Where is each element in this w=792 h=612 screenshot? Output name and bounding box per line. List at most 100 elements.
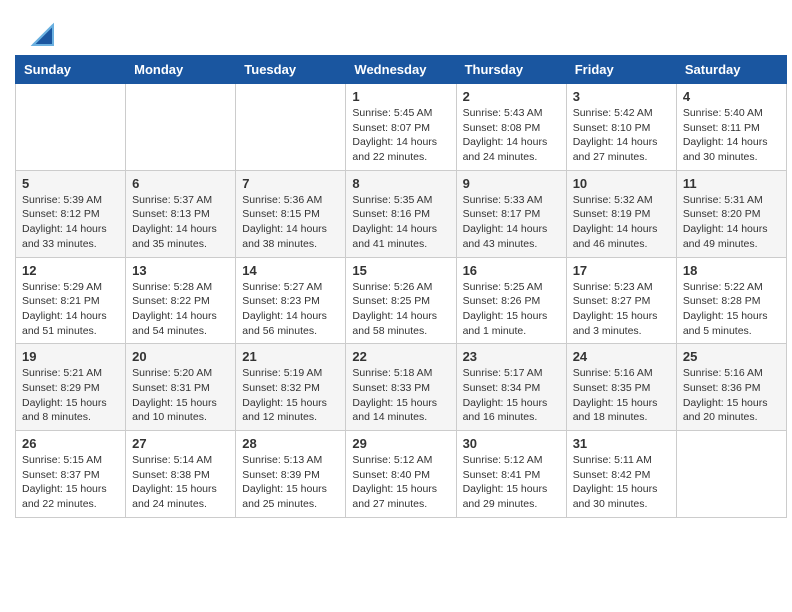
day-info: Sunrise: 5:45 AMSunset: 8:07 PMDaylight:… <box>352 106 449 165</box>
calendar-week-row: 12 Sunrise: 5:29 AMSunset: 8:21 PMDayligh… <box>16 257 787 344</box>
day-info: Sunrise: 5:33 AMSunset: 8:17 PMDaylight:… <box>463 193 560 252</box>
weekday-header: Thursday <box>456 56 566 84</box>
day-number: 4 <box>683 89 780 104</box>
calendar-cell: 12 Sunrise: 5:29 AMSunset: 8:21 PMDayligh… <box>16 257 126 344</box>
calendar-cell: 11Sunrise: 5:31 AMSunset: 8:20 PMDayligh… <box>676 170 786 257</box>
day-number: 18 <box>683 263 780 278</box>
day-number: 25 <box>683 349 780 364</box>
day-number: 15 <box>352 263 449 278</box>
calendar-cell: 22 Sunrise: 5:18 AMSunset: 8:33 PMDayligh… <box>346 344 456 431</box>
calendar-cell: 1 Sunrise: 5:45 AMSunset: 8:07 PMDaylight… <box>346 84 456 171</box>
calendar-cell <box>676 431 786 518</box>
day-info: Sunrise: 5:21 AMSunset: 8:29 PMDaylight:… <box>22 366 119 425</box>
day-number: 8 <box>352 176 449 191</box>
day-info: Sunrise: 5:43 AMSunset: 8:08 PMDaylight:… <box>463 106 560 165</box>
day-number: 29 <box>352 436 449 451</box>
day-number: 12 <box>22 263 119 278</box>
day-number: 13 <box>132 263 229 278</box>
day-info: Sunrise: 5:16 AMSunset: 8:36 PMDaylight:… <box>683 366 780 425</box>
calendar-cell: 26Sunrise: 5:15 AMSunset: 8:37 PMDayligh… <box>16 431 126 518</box>
calendar-cell: 24Sunrise: 5:16 AMSunset: 8:35 PMDayligh… <box>566 344 676 431</box>
day-number: 27 <box>132 436 229 451</box>
day-info: Sunrise: 5:35 AMSunset: 8:16 PMDaylight:… <box>352 193 449 252</box>
day-number: 21 <box>242 349 339 364</box>
day-info: Sunrise: 5:13 AMSunset: 8:39 PMDaylight:… <box>242 453 339 512</box>
day-number: 3 <box>573 89 670 104</box>
calendar-cell: 23 Sunrise: 5:17 AMSunset: 8:34 PMDayligh… <box>456 344 566 431</box>
weekday-header: Sunday <box>16 56 126 84</box>
calendar-cell: 4 Sunrise: 5:40 AMSunset: 8:11 PMDaylight… <box>676 84 786 171</box>
day-info: Sunrise: 5:40 AMSunset: 8:11 PMDaylight:… <box>683 106 780 165</box>
calendar-cell: 18 Sunrise: 5:22 AMSunset: 8:28 PMDayligh… <box>676 257 786 344</box>
day-info: Sunrise: 5:23 AMSunset: 8:27 PMDaylight:… <box>573 280 670 339</box>
day-info: Sunrise: 5:17 AMSunset: 8:34 PMDaylight:… <box>463 366 560 425</box>
day-number: 16 <box>463 263 560 278</box>
day-info: Sunrise: 5:19 AMSunset: 8:32 PMDaylight:… <box>242 366 339 425</box>
weekday-header: Tuesday <box>236 56 346 84</box>
day-info: Sunrise: 5:26 AMSunset: 8:25 PMDaylight:… <box>352 280 449 339</box>
day-info: Sunrise: 5:28 AMSunset: 8:22 PMDaylight:… <box>132 280 229 339</box>
day-number: 11 <box>683 176 780 191</box>
day-info: Sunrise: 5:20 AMSunset: 8:31 PMDaylight:… <box>132 366 229 425</box>
calendar-table: SundayMondayTuesdayWednesdayThursdayFrid… <box>15 55 787 518</box>
calendar-cell: 13 Sunrise: 5:28 AMSunset: 8:22 PMDayligh… <box>126 257 236 344</box>
calendar-week-row: 19 Sunrise: 5:21 AMSunset: 8:29 PMDayligh… <box>16 344 787 431</box>
day-info: Sunrise: 5:42 AMSunset: 8:10 PMDaylight:… <box>573 106 670 165</box>
day-info: Sunrise: 5:12 AMSunset: 8:40 PMDaylight:… <box>352 453 449 512</box>
day-number: 5 <box>22 176 119 191</box>
calendar-week-row: 1 Sunrise: 5:45 AMSunset: 8:07 PMDaylight… <box>16 84 787 171</box>
calendar-cell: 28 Sunrise: 5:13 AMSunset: 8:39 PMDayligh… <box>236 431 346 518</box>
day-info: Sunrise: 5:18 AMSunset: 8:33 PMDaylight:… <box>352 366 449 425</box>
calendar-cell <box>16 84 126 171</box>
calendar-cell: 6 Sunrise: 5:37 AMSunset: 8:13 PMDaylight… <box>126 170 236 257</box>
calendar-cell <box>126 84 236 171</box>
day-info: Sunrise: 5:36 AMSunset: 8:15 PMDaylight:… <box>242 193 339 252</box>
calendar-cell: 8 Sunrise: 5:35 AMSunset: 8:16 PMDaylight… <box>346 170 456 257</box>
calendar-cell: 20 Sunrise: 5:20 AMSunset: 8:31 PMDayligh… <box>126 344 236 431</box>
day-number: 23 <box>463 349 560 364</box>
weekday-header: Wednesday <box>346 56 456 84</box>
calendar-cell: 29 Sunrise: 5:12 AMSunset: 8:40 PMDayligh… <box>346 431 456 518</box>
day-number: 28 <box>242 436 339 451</box>
day-info: Sunrise: 5:29 AMSunset: 8:21 PMDaylight:… <box>22 280 119 339</box>
calendar-cell: 3 Sunrise: 5:42 AMSunset: 8:10 PMDaylight… <box>566 84 676 171</box>
day-number: 1 <box>352 89 449 104</box>
day-info: Sunrise: 5:22 AMSunset: 8:28 PMDaylight:… <box>683 280 780 339</box>
logo <box>25 20 58 50</box>
calendar-cell: 9Sunrise: 5:33 AMSunset: 8:17 PMDaylight… <box>456 170 566 257</box>
calendar-cell: 21 Sunrise: 5:19 AMSunset: 8:32 PMDayligh… <box>236 344 346 431</box>
day-number: 14 <box>242 263 339 278</box>
day-info: Sunrise: 5:32 AMSunset: 8:19 PMDaylight:… <box>573 193 670 252</box>
calendar-cell: 7 Sunrise: 5:36 AMSunset: 8:15 PMDaylight… <box>236 170 346 257</box>
day-number: 17 <box>573 263 670 278</box>
calendar-cell <box>236 84 346 171</box>
day-number: 2 <box>463 89 560 104</box>
logo-icon <box>28 20 58 50</box>
day-info: Sunrise: 5:14 AMSunset: 8:38 PMDaylight:… <box>132 453 229 512</box>
page-header <box>10 10 782 55</box>
day-info: Sunrise: 5:16 AMSunset: 8:35 PMDaylight:… <box>573 366 670 425</box>
calendar-header-row: SundayMondayTuesdayWednesdayThursdayFrid… <box>16 56 787 84</box>
day-number: 20 <box>132 349 229 364</box>
day-info: Sunrise: 5:25 AMSunset: 8:26 PMDaylight:… <box>463 280 560 339</box>
day-info: Sunrise: 5:27 AMSunset: 8:23 PMDaylight:… <box>242 280 339 339</box>
day-number: 31 <box>573 436 670 451</box>
day-number: 19 <box>22 349 119 364</box>
day-info: Sunrise: 5:12 AMSunset: 8:41 PMDaylight:… <box>463 453 560 512</box>
day-number: 6 <box>132 176 229 191</box>
day-info: Sunrise: 5:11 AMSunset: 8:42 PMDaylight:… <box>573 453 670 512</box>
calendar-cell: 27 Sunrise: 5:14 AMSunset: 8:38 PMDayligh… <box>126 431 236 518</box>
weekday-header: Friday <box>566 56 676 84</box>
day-number: 7 <box>242 176 339 191</box>
calendar-cell: 2 Sunrise: 5:43 AMSunset: 8:08 PMDaylight… <box>456 84 566 171</box>
calendar-cell: 16 Sunrise: 5:25 AMSunset: 8:26 PMDayligh… <box>456 257 566 344</box>
day-number: 26 <box>22 436 119 451</box>
calendar-cell: 14 Sunrise: 5:27 AMSunset: 8:23 PMDayligh… <box>236 257 346 344</box>
calendar-cell: 30Sunrise: 5:12 AMSunset: 8:41 PMDayligh… <box>456 431 566 518</box>
weekday-header: Monday <box>126 56 236 84</box>
calendar-cell: 15 Sunrise: 5:26 AMSunset: 8:25 PMDayligh… <box>346 257 456 344</box>
calendar-cell: 5Sunrise: 5:39 AMSunset: 8:12 PMDaylight… <box>16 170 126 257</box>
day-number: 22 <box>352 349 449 364</box>
day-info: Sunrise: 5:37 AMSunset: 8:13 PMDaylight:… <box>132 193 229 252</box>
calendar-week-row: 5Sunrise: 5:39 AMSunset: 8:12 PMDaylight… <box>16 170 787 257</box>
